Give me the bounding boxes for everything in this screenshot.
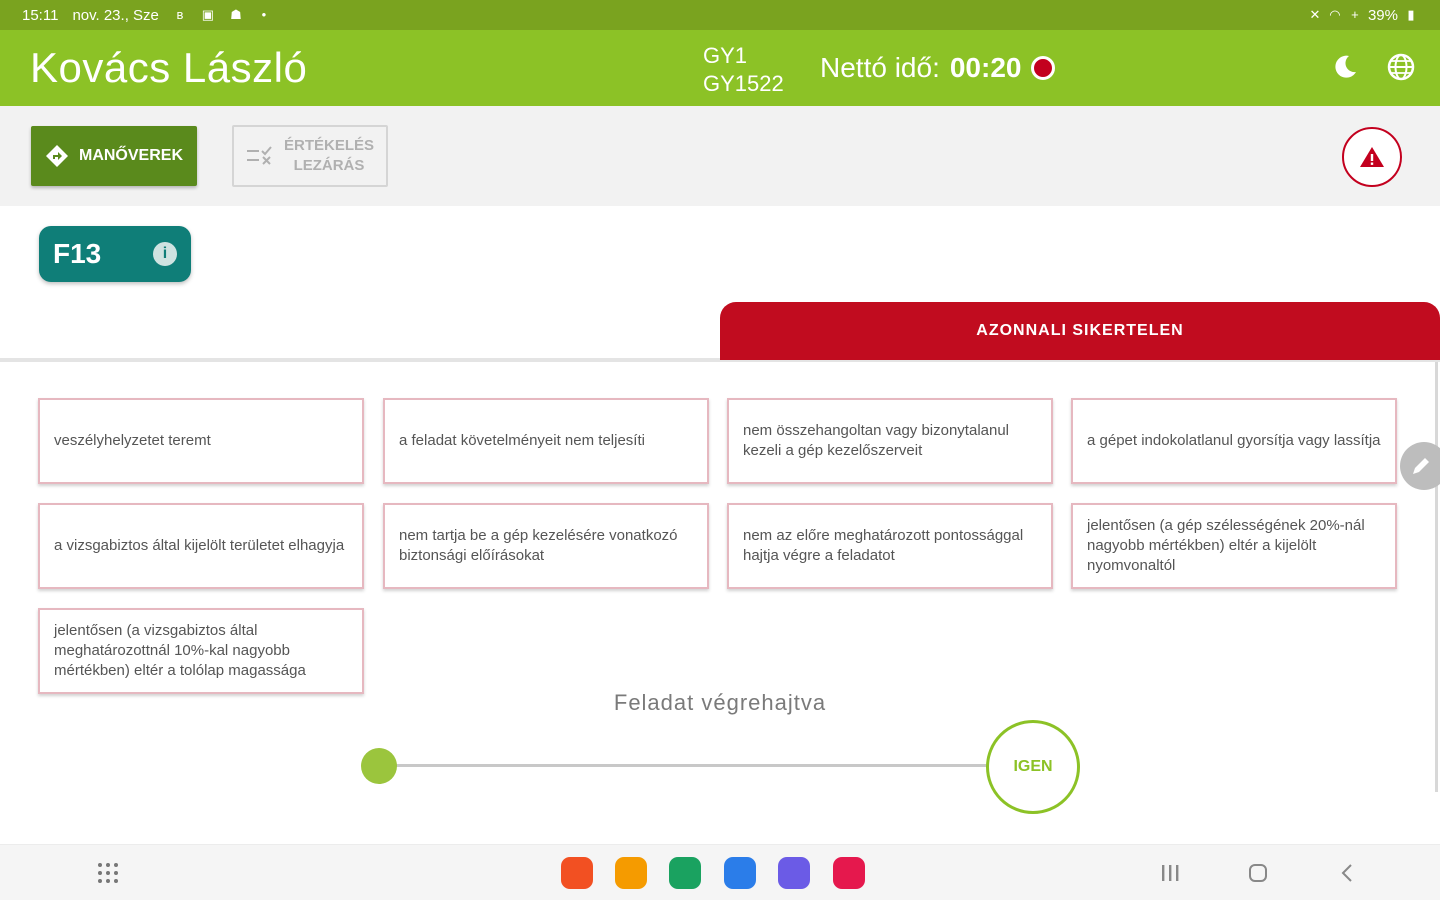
status-time: 15:11 [22, 6, 59, 24]
criterion-text: nem az előre meghatározott pontossággal … [743, 527, 1024, 564]
recording-indicator-icon [1031, 56, 1056, 80]
app-header: Kovács László GY1 GY1522 Nettó idő: 00:2… [0, 30, 1440, 106]
igen-target[interactable]: IGEN [986, 720, 1080, 814]
gallery-icon: ▣ [201, 7, 215, 22]
slider-track[interactable] [380, 764, 986, 767]
task-code: F13 [53, 238, 102, 269]
criterion-card[interactable]: a vizsgabiztos által kijelölt területet … [38, 503, 364, 589]
app-drawer-icon[interactable] [96, 861, 120, 885]
battery-icon: ▮ [1407, 7, 1415, 22]
ertekeles-label-line2: LEZÁRÁS [293, 157, 365, 174]
manoverek-label: MANŐVEREK [78, 147, 183, 164]
slider-label: Feladat végrehajtva [613, 690, 827, 715]
candidate-name: Kovács László [30, 44, 308, 91]
code-line-1: GY1 [703, 43, 748, 68]
mute-icon: ✕ [1309, 7, 1321, 22]
ertekeles-lezaras-button[interactable]: ÉRTÉKELÉS LEZÁRÁS [232, 125, 388, 187]
messages-app-icon[interactable] [724, 857, 756, 889]
info-icon[interactable]: i [153, 242, 177, 266]
internet-app-icon[interactable] [778, 857, 810, 889]
netto-timer: Nettó idő: 00:20 [820, 52, 1056, 84]
ertekeles-label: ÉRTÉKELÉS LEZÁRÁS [284, 136, 374, 176]
language-globe-icon[interactable] [1386, 52, 1416, 82]
tab-azonnali-sikertelen[interactable]: AZONNALI SIKERTELEN [720, 302, 1440, 360]
back-icon[interactable] [1338, 863, 1356, 883]
toolbar: MANŐVEREK ÉRTÉKELÉS LEZÁRÁS [0, 106, 1440, 206]
phone-app-icon[interactable] [669, 857, 701, 889]
criterion-card[interactable]: veszélyhelyzetet teremt [38, 398, 364, 484]
criterion-card[interactable]: nem az előre meghatározott pontossággal … [727, 503, 1053, 589]
signal-icon: + [1351, 7, 1359, 22]
more-dot-icon: • [261, 7, 267, 22]
scrollbar[interactable] [1435, 362, 1438, 792]
notes-app-icon[interactable] [561, 857, 593, 889]
battery-percent: 39% [1367, 6, 1398, 24]
night-mode-icon[interactable] [1330, 52, 1360, 82]
criterion-card[interactable]: a gépet indokolatlanul gyorsítja vagy la… [1071, 398, 1397, 484]
ertekeles-label-line1: ÉRTÉKELÉS [283, 137, 374, 154]
notification-icon: ☗ [230, 7, 242, 22]
criterion-text: nem tartja be a gép kezelésére vonatkozó… [399, 527, 678, 564]
system-nav-bar [0, 844, 1440, 900]
warning-triangle-icon [1360, 147, 1384, 167]
criterion-text: veszélyhelyzetet teremt [54, 432, 211, 449]
criterion-card[interactable]: a feladat követelményeit nem teljesíti [383, 398, 709, 484]
netto-time: 00:20 [949, 52, 1022, 83]
criterion-text: a gépet indokolatlanul gyorsítja vagy la… [1087, 432, 1381, 449]
criterion-text: jelentősen (a gép szélességének 20%-nál … [1087, 517, 1365, 574]
edit-button[interactable] [1400, 442, 1440, 490]
direction-sign-icon [45, 145, 68, 167]
files-app-icon[interactable] [615, 857, 647, 889]
slider-handle[interactable] [361, 748, 397, 784]
task-chip[interactable]: F13 i [39, 226, 191, 282]
criterion-text: a feladat követelményeit nem teljesíti [399, 432, 645, 449]
manoverek-button[interactable]: MANŐVEREK [31, 126, 197, 186]
recent-apps-icon[interactable] [1160, 863, 1180, 883]
wifi-icon: ◠ [1329, 7, 1341, 22]
screen-recorder-app-icon[interactable] [833, 857, 865, 889]
criterion-card[interactable]: jelentősen (a vizsgabiztos által meghatá… [38, 608, 364, 694]
status-bar: 15:11 nov. 23., Sze ʙ ▣ ☗ • ✕ ◠ + 39% ▮ [0, 0, 1440, 30]
criterion-card[interactable]: jelentősen (a gép szélességének 20%-nál … [1071, 503, 1397, 589]
status-date: nov. 23., Sze [72, 6, 159, 24]
code-line-2: GY1522 [703, 71, 784, 96]
criterion-text: a vizsgabiztos által kijelölt területet … [54, 537, 345, 554]
warning-button[interactable] [1342, 127, 1402, 187]
vehicle-codes: GY1 GY1522 [703, 42, 784, 98]
tab-band: AZONNALI SIKERTELEN [0, 300, 1440, 362]
criterion-text: nem összehangoltan vagy bizonytalanul ke… [743, 422, 1010, 459]
netto-label: Nettó idő: [820, 52, 940, 83]
criterion-card[interactable]: nem tartja be a gép kezelésére vonatkozó… [383, 503, 709, 589]
pencil-icon [1413, 458, 1429, 474]
home-icon[interactable] [1248, 863, 1268, 883]
bluetooth-icon: ʙ [176, 7, 184, 22]
criterion-card[interactable]: nem összehangoltan vagy bizonytalanul ke… [727, 398, 1053, 484]
criterion-text: jelentősen (a vizsgabiztos által meghatá… [54, 622, 306, 679]
checklist-icon [246, 146, 272, 165]
